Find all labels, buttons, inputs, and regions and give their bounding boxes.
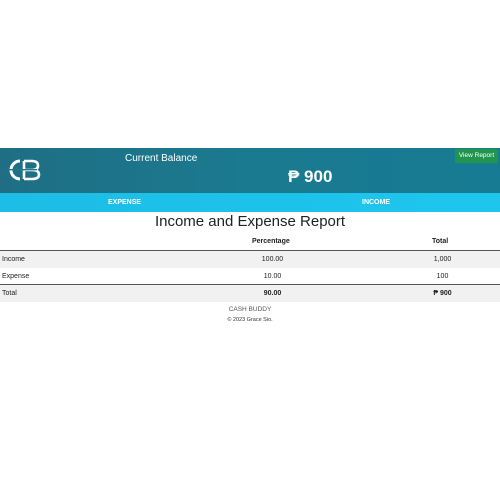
tab-bar: EXPENSE INCOME [0, 193, 500, 212]
header-bar: Current Balance ₱ 900 View Report [0, 148, 500, 193]
column-header-total: Total [432, 238, 449, 245]
total-row: Total 90.00 ₱ 900 [0, 284, 500, 302]
footer-copyright: © 2023 Grace Sio. [227, 317, 273, 323]
row-percentage: 100.00 [261, 256, 284, 263]
balance-amount: ₱ 900 [288, 167, 333, 186]
table-row: Income 100.00 1,000 [0, 251, 500, 268]
cb-logo-icon[interactable] [4, 155, 42, 185]
total-amount: ₱ 900 [433, 290, 452, 297]
total-label: Total [2, 290, 17, 297]
report-table: Percentage Total Income 100.00 1,000 Exp… [0, 236, 500, 302]
report-title: Income and Expense Report [154, 213, 346, 230]
tab-expense[interactable]: EXPENSE [108, 193, 141, 212]
table-header: Percentage Total [0, 236, 500, 251]
row-label: Income [2, 256, 25, 263]
table-row: Expense 10.00 100 [0, 268, 500, 285]
row-total: 1,000 [433, 256, 452, 263]
row-label: Expense [2, 272, 30, 280]
tab-income[interactable]: INCOME [362, 193, 390, 212]
total-percentage: 90.00 [263, 290, 282, 297]
row-percentage: 10.00 [263, 272, 282, 280]
page: Current Balance ₱ 900 View Report EXPENS… [0, 0, 500, 500]
balance-label: Current Balance [125, 153, 198, 164]
column-header-percentage: Percentage [252, 238, 290, 245]
footer-brand: CASH BUDDY [228, 306, 272, 313]
view-report-button[interactable]: View Report [455, 149, 498, 163]
row-total: 100 [436, 272, 449, 280]
